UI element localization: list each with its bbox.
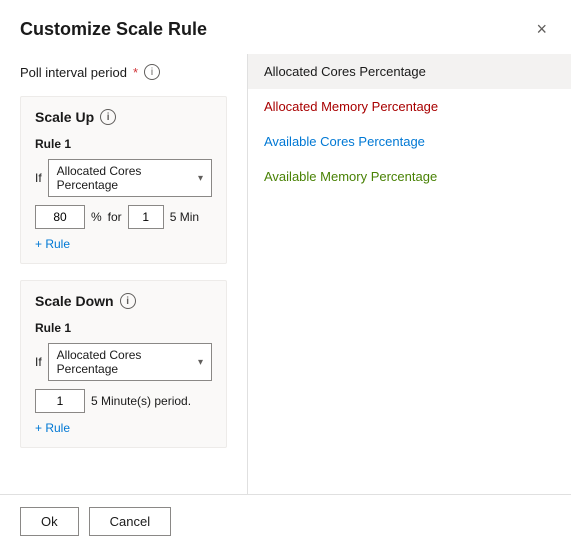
poll-interval-row: Poll interval period * i [20,64,227,80]
list-item[interactable]: Available Cores Percentage [248,124,571,159]
scale-down-threshold-input[interactable] [35,389,85,413]
scale-up-if-label: If [35,171,42,185]
required-star: * [133,65,138,80]
right-panel: Allocated Cores Percentage Allocated Mem… [248,54,571,494]
dialog-header: Customize Scale Rule × [0,0,571,54]
dialog-title: Customize Scale Rule [20,19,207,40]
scale-up-add-rule-button[interactable]: + Rule [35,237,70,251]
scale-up-info-icon[interactable]: i [100,109,116,125]
scale-down-rule1-label: Rule 1 [35,321,212,335]
scale-down-section: Scale Down i Rule 1 If Allocated Cores P… [20,280,227,448]
scale-up-rule-row: If Allocated Cores Percentage ▾ [35,159,212,197]
poll-interval-info-icon[interactable]: i [144,64,160,80]
scale-down-period-text: 5 Minute(s) period. [91,394,191,408]
scale-up-metric-value: Allocated Cores Percentage [57,164,194,192]
scale-up-percent-label: % [91,210,102,224]
dialog-body: Poll interval period * i Scale Up i Rule… [0,54,571,494]
scale-down-rule-row: If Allocated Cores Percentage ▾ [35,343,212,381]
scale-up-input-row: % for 5 Min [35,205,212,229]
scale-up-threshold-input[interactable] [35,205,85,229]
customize-scale-rule-dialog: Customize Scale Rule × Poll interval per… [0,0,571,548]
scale-up-section: Scale Up i Rule 1 If Allocated Cores Per… [20,96,227,264]
scale-down-metric-value: Allocated Cores Percentage [57,348,194,376]
scale-up-duration-input[interactable] [128,205,164,229]
cancel-button[interactable]: Cancel [89,507,171,536]
scale-down-metric-dropdown[interactable]: Allocated Cores Percentage ▾ [48,343,212,381]
scale-down-input-row: 5 Minute(s) period. [35,389,212,413]
close-button[interactable]: × [532,16,551,42]
dialog-footer: Ok Cancel [0,494,571,548]
scale-down-add-rule-button[interactable]: + Rule [35,421,70,435]
scale-up-for-label: for [108,210,122,224]
scale-up-title: Scale Up i [35,109,212,125]
scale-up-rule1-label: Rule 1 [35,137,212,151]
scale-up-dropdown-arrow: ▾ [198,173,203,184]
scale-up-duration-unit: 5 Min [170,210,199,224]
scale-down-info-icon[interactable]: i [120,293,136,309]
scale-down-title: Scale Down i [35,293,212,309]
list-item[interactable]: Available Memory Percentage [248,159,571,194]
left-panel: Poll interval period * i Scale Up i Rule… [0,54,248,494]
list-item[interactable]: Allocated Cores Percentage [248,54,571,89]
poll-interval-label: Poll interval period [20,65,127,80]
scale-down-dropdown-arrow: ▾ [198,357,203,368]
ok-button[interactable]: Ok [20,507,79,536]
list-item[interactable]: Allocated Memory Percentage [248,89,571,124]
scale-down-if-label: If [35,355,42,369]
scale-up-metric-dropdown[interactable]: Allocated Cores Percentage ▾ [48,159,212,197]
